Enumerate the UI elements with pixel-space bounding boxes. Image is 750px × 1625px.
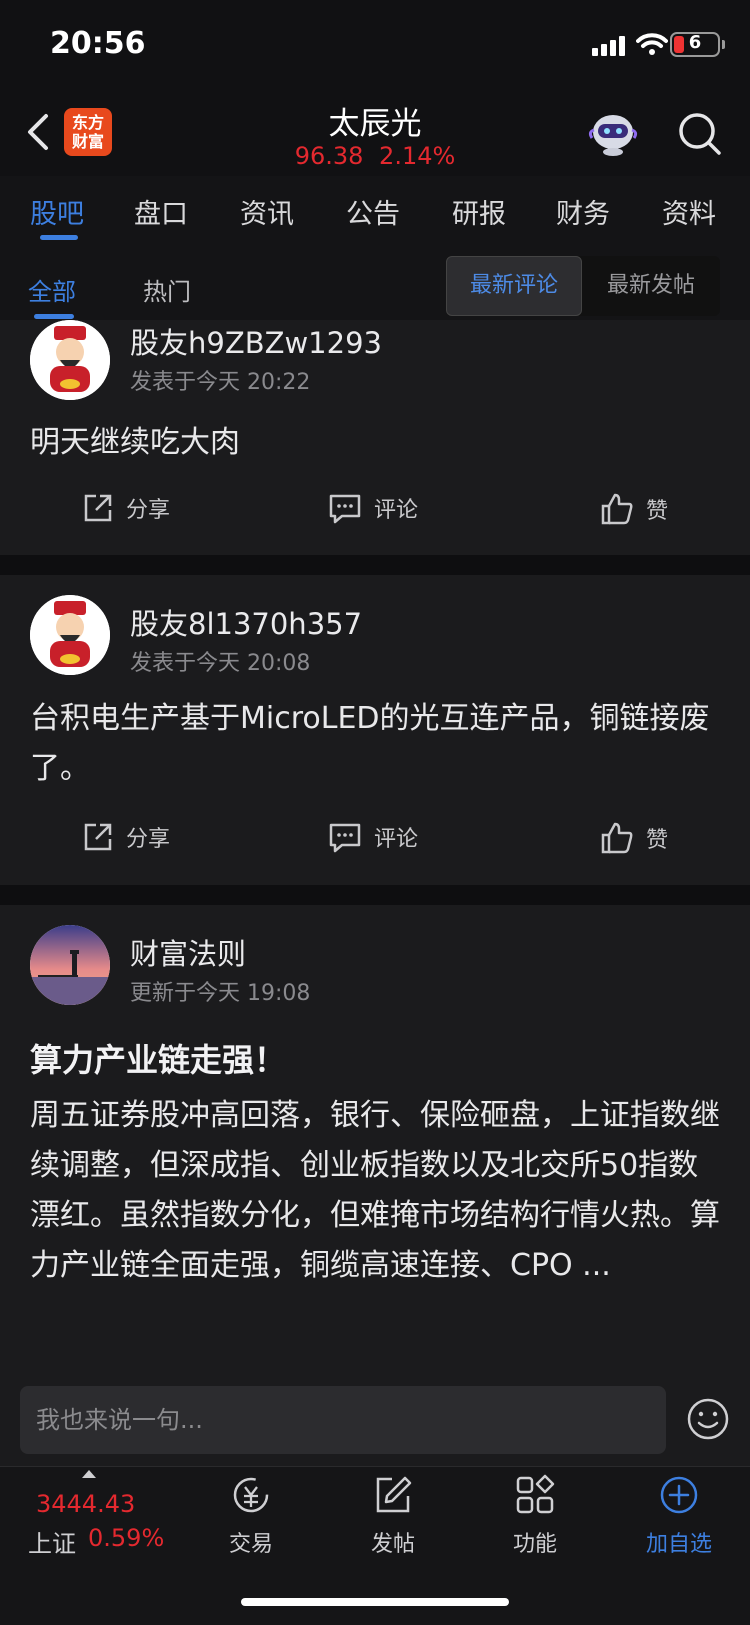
grid-apps-icon	[516, 1474, 555, 1514]
share-button[interactable]: 分享	[82, 492, 170, 524]
trade-icon	[233, 1477, 269, 1513]
comment-icon	[329, 494, 361, 524]
nav-post-label: 发帖	[370, 1532, 415, 1557]
index-up-arrow-icon	[82, 1470, 96, 1478]
nav-add-watchlist-label: 加自选	[645, 1532, 712, 1557]
tab-gonggao[interactable]: 公告	[346, 192, 400, 231]
emoji-icon[interactable]	[686, 1397, 730, 1441]
like-button[interactable]: 赞	[600, 821, 668, 855]
main-tabs: 股吧 盘口 资讯 公告 研报 财务 资料	[0, 176, 750, 247]
comment-button[interactable]: 评论	[328, 492, 418, 524]
tab-yanbao[interactable]: 研报	[452, 192, 506, 231]
share-button[interactable]: 分享	[82, 821, 170, 853]
tab-caiwu[interactable]: 财务	[556, 192, 610, 231]
like-label: 赞	[646, 499, 669, 524]
comment-label: 评论	[374, 498, 419, 523]
index-name[interactable]: 上证	[28, 1524, 76, 1559]
share-label: 分享	[126, 827, 171, 852]
share-icon	[84, 494, 112, 522]
tab-pankou[interactable]: 盘口	[134, 192, 188, 231]
nav-functions-label: 功能	[512, 1532, 557, 1557]
search-icon[interactable]	[676, 110, 722, 156]
nav-trade-label: 交易	[228, 1532, 273, 1557]
caishen-avatar-icon	[30, 320, 110, 400]
edit-icon	[376, 1476, 412, 1513]
like-button[interactable]: 赞	[600, 492, 668, 526]
post-card[interactable]: 股友8l1370h357 发表于今天 20:08 台积电生产基于MicroLED…	[0, 575, 750, 885]
post-card[interactable]: 股友h9ZBZw1293 发表于今天 20:22 明天继续吃大肉 分享 评论 赞	[0, 320, 750, 555]
active-tab-indicator	[40, 235, 78, 240]
avatar[interactable]	[30, 595, 110, 675]
post-username[interactable]: 股友8l1370h357	[130, 601, 362, 643]
tab-guba[interactable]: 股吧	[30, 192, 84, 231]
index-change[interactable]: 0.59%	[88, 1524, 164, 1552]
post-body: 明天继续吃大肉	[30, 425, 240, 460]
comment-button[interactable]: 评论	[328, 821, 418, 853]
stock-price: 96.38	[294, 142, 364, 170]
comment-input[interactable]: 我也来说一句...	[20, 1386, 666, 1454]
index-value[interactable]: 3444.43	[36, 1490, 135, 1518]
post-card[interactable]: 财富法则 更新于今天 19:08 算力产业链走强！ 周五证券股冲高回落，银行、保…	[0, 905, 750, 1370]
comment-label: 评论	[374, 827, 419, 852]
post-username[interactable]: 股友h9ZBZw1293	[130, 320, 382, 362]
nav-add-watchlist[interactable]: 加自选	[624, 1474, 734, 1558]
nav-functions[interactable]: 功能	[480, 1474, 590, 1558]
nav-post[interactable]: 发帖	[338, 1474, 448, 1558]
wifi-icon	[636, 33, 668, 55]
comment-icon	[329, 823, 361, 853]
stock-change: 2.14%	[379, 142, 456, 170]
avatar[interactable]	[30, 320, 110, 400]
post-time: 发表于今天 20:22	[130, 370, 311, 395]
post-time: 发表于今天 20:08	[130, 651, 311, 676]
like-label: 赞	[646, 828, 669, 853]
battery-level: 6	[688, 32, 702, 53]
post-username[interactable]: 财富法则	[130, 931, 246, 973]
thumbs-up-icon	[601, 822, 633, 854]
sort-segmented-control: 最新评论 最新发帖	[446, 256, 720, 316]
active-filter-indicator	[34, 314, 74, 319]
status-time: 20:56	[50, 26, 146, 61]
post-separator	[0, 555, 750, 575]
caishen-avatar-icon	[30, 595, 110, 675]
home-indicator[interactable]	[241, 1598, 509, 1606]
post-separator	[0, 885, 750, 905]
cellular-signal-icon	[592, 36, 625, 56]
nav-trade[interactable]: 交易	[196, 1474, 306, 1558]
share-label: 分享	[126, 498, 171, 523]
thumbs-up-icon	[601, 493, 633, 525]
tab-ziliao[interactable]: 资料	[662, 192, 716, 231]
filter-all[interactable]: 全部	[28, 272, 76, 307]
post-title: 算力产业链走强！	[30, 1041, 287, 1079]
add-circle-icon	[660, 1476, 698, 1514]
tab-zixun[interactable]: 资讯	[240, 192, 294, 231]
post-body: 周五证券股冲高回落，银行、保险砸盘，上证指数继续调整，但深成指、创业板指数以及北…	[30, 1098, 720, 1283]
sort-latest-post[interactable]: 最新发帖	[582, 256, 720, 316]
robot-assistant-icon[interactable]	[588, 110, 638, 156]
share-icon	[84, 823, 112, 851]
post-body: 台积电生产基于MicroLED的光互连产品，铜链接废了。	[30, 701, 710, 786]
battery-icon: 6	[670, 32, 720, 57]
battery-nub	[722, 40, 725, 49]
avatar[interactable]	[30, 925, 110, 1005]
sort-latest-comment[interactable]: 最新评论	[446, 256, 582, 316]
filter-hot[interactable]: 热门	[143, 272, 191, 307]
post-time: 更新于今天 19:08	[130, 981, 311, 1006]
sunset-lighthouse-avatar-icon	[30, 925, 110, 1005]
